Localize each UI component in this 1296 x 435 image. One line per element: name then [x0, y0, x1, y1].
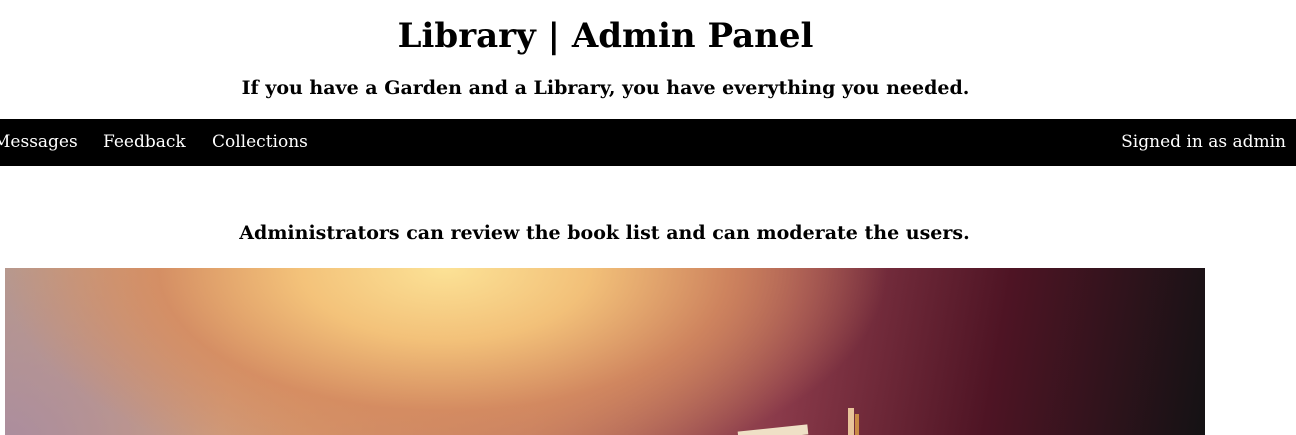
nav-item-feedback[interactable]: Feedback [103, 119, 186, 166]
nav-item-messages[interactable]: Messages [0, 119, 78, 166]
book-spine-shape [848, 408, 854, 435]
book-edge-shape [855, 414, 859, 435]
page-title: Library | Admin Panel [397, 16, 814, 56]
navbar: Messages Feedback Collections Signed in … [0, 119, 1296, 166]
nav-item-collections[interactable]: Collections [212, 119, 308, 166]
admin-description: Administrators can review the book list … [239, 222, 970, 244]
book-page-shape [737, 424, 809, 435]
signed-in-user-link[interactable]: Signed in as admin [1121, 119, 1286, 166]
hero-image [5, 268, 1205, 435]
page-tagline: If you have a Garden and a Library, you … [241, 77, 970, 99]
